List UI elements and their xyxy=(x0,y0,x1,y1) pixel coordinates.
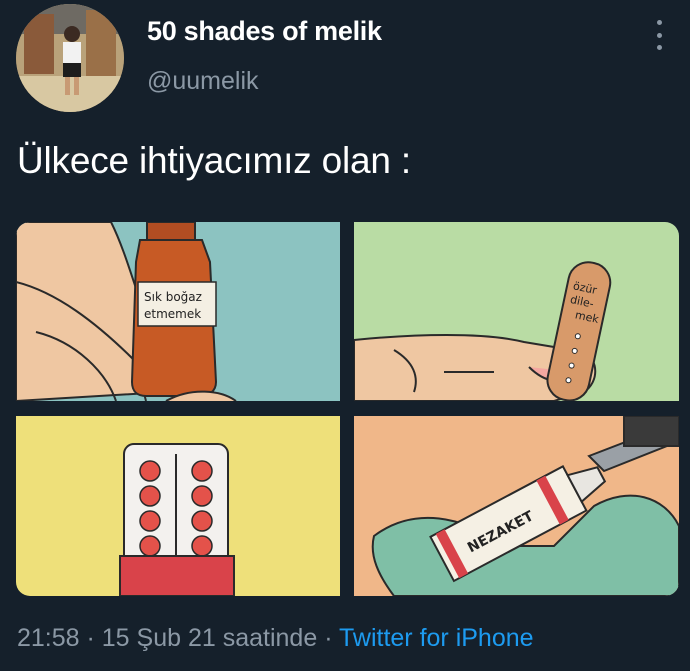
bottle-label-line1: Sık boğaz xyxy=(144,290,202,304)
tweet-meta: 21:58 · 15 Şub 21 saatinde · Twitter for… xyxy=(17,624,534,653)
tweet-date[interactable]: 15 Şub 21 saatinde xyxy=(102,624,317,652)
bottle-label-line2: etmemek xyxy=(144,307,201,321)
tweet-text: Ülkece ihtiyacımız olan : xyxy=(17,140,411,181)
media-panel-pills[interactable] xyxy=(16,416,340,596)
media-panel-bandage[interactable]: özür dile- mek xyxy=(354,222,679,401)
meta-separator: · xyxy=(79,624,102,652)
avatar-photo xyxy=(16,4,124,112)
display-name[interactable]: 50 shades of melik xyxy=(147,16,382,47)
meta-separator-2: · xyxy=(317,624,340,652)
media-panel-glue[interactable]: NEZAKET xyxy=(354,416,679,596)
more-options-icon[interactable] xyxy=(651,20,667,50)
tweet-time[interactable]: 21:58 xyxy=(17,624,80,652)
profile-avatar[interactable] xyxy=(16,4,124,112)
tweet-media[interactable]: Sık boğaz etmemek özür dile- mek NEZAKET xyxy=(16,222,679,596)
tweet-source-link[interactable]: Twitter for iPhone xyxy=(339,624,534,652)
media-panel-bottle[interactable]: Sık boğaz etmemek xyxy=(16,222,340,401)
user-handle[interactable]: @uumelik xyxy=(147,67,259,96)
